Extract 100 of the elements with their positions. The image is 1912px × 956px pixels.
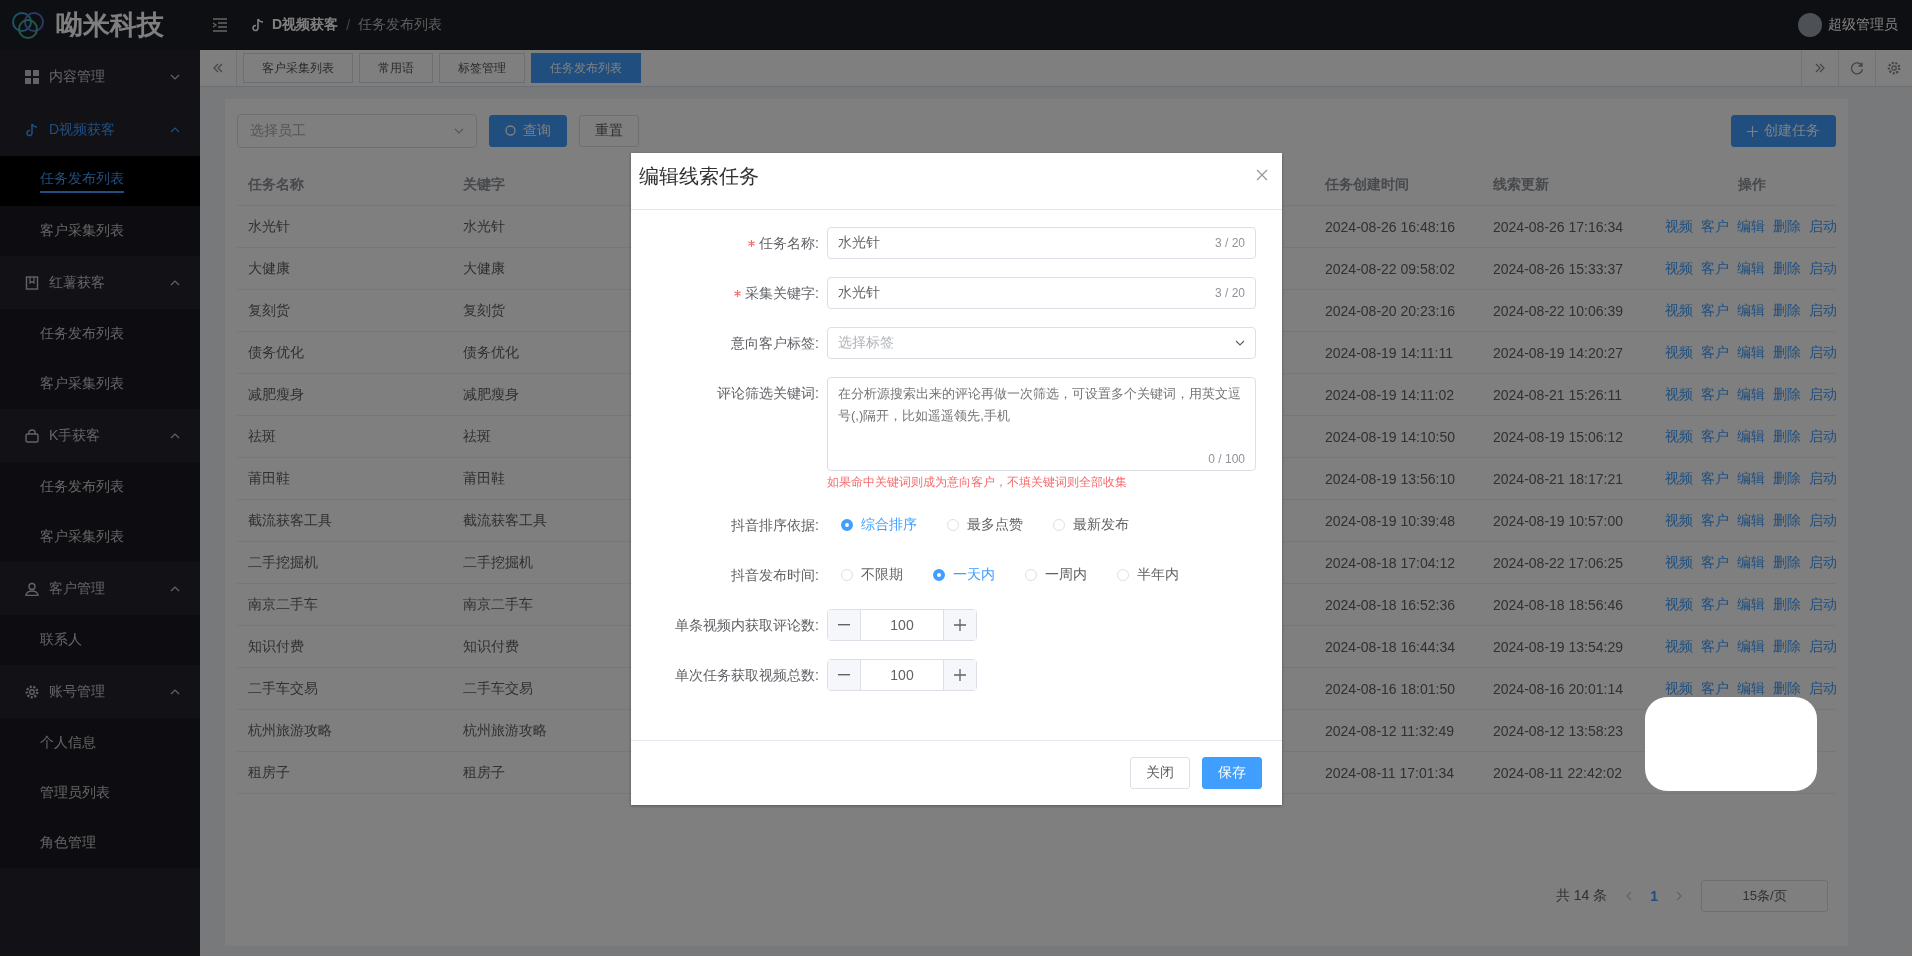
action-link[interactable]: 视频 [1665,679,1693,698]
action-link[interactable]: 删除 [1773,301,1801,320]
text-input[interactable]: 水光针 [838,235,1215,251]
page-tab[interactable]: 任务发布列表 [531,53,641,83]
action-link[interactable]: 视频 [1665,427,1693,446]
search-button[interactable]: 查询 [489,115,567,147]
radio-option[interactable]: 一周内 [1025,566,1087,584]
refresh-icon[interactable] [1850,61,1864,75]
action-link[interactable]: 客户 [1701,217,1729,236]
action-link[interactable]: 删除 [1773,637,1801,656]
action-link[interactable]: 视频 [1665,217,1693,236]
minus-icon[interactable] [838,624,850,626]
menu-icon[interactable] [212,18,228,32]
sidebar-item[interactable]: 客户采集列表 [0,359,200,409]
action-link[interactable]: 视频 [1665,511,1693,530]
action-link[interactable]: 启动 [1809,637,1837,656]
page-tab[interactable]: 常用语 [359,53,433,83]
sidebar-item[interactable]: 任务发布列表 [0,462,200,512]
close-icon[interactable] [1256,169,1268,181]
action-link[interactable]: 客户 [1701,343,1729,362]
sidebar-item[interactable]: 客户采集列表 [0,512,200,562]
sidebar-item[interactable]: 客户采集列表 [0,206,200,256]
number-stepper[interactable]: 100 [827,659,977,691]
action-link[interactable]: 编辑 [1737,343,1765,362]
breadcrumb-item[interactable]: D视频获客 [272,16,339,34]
action-link[interactable]: 编辑 [1737,637,1765,656]
action-link[interactable]: 视频 [1665,637,1693,656]
action-link[interactable]: 客户 [1701,427,1729,446]
sidebar-group[interactable]: K手获客 [0,409,200,462]
text-field[interactable]: 水光针 3 / 20 [827,277,1256,309]
action-link[interactable]: 视频 [1665,343,1693,362]
double-chevron-left-icon[interactable] [212,63,224,73]
action-link[interactable]: 启动 [1809,469,1837,488]
action-link[interactable]: 启动 [1809,427,1837,446]
action-link[interactable]: 启动 [1809,259,1837,278]
radio-option[interactable]: 不限期 [841,566,903,584]
sidebar-item[interactable]: 个人信息 [0,718,200,768]
sidebar-group[interactable]: 红薯获客 [0,256,200,309]
action-link[interactable]: 编辑 [1737,427,1765,446]
chevron-left-icon[interactable] [1625,891,1633,901]
action-link[interactable]: 客户 [1701,595,1729,614]
action-link[interactable]: 启动 [1809,553,1837,572]
action-link[interactable]: 删除 [1773,427,1801,446]
chevron-right-icon[interactable] [1676,891,1683,901]
action-link[interactable]: 启动 [1809,217,1837,236]
action-link[interactable]: 编辑 [1737,301,1765,320]
action-link[interactable]: 编辑 [1737,259,1765,278]
sidebar-group[interactable]: 账号管理 [0,665,200,718]
minus-icon[interactable] [838,674,850,676]
sidebar-item[interactable]: 角色管理 [0,818,200,868]
radio-option[interactable]: 最多点赞 [947,516,1023,534]
action-link[interactable]: 删除 [1773,553,1801,572]
radio-option[interactable]: 一天内 [933,566,995,584]
action-link[interactable]: 视频 [1665,301,1693,320]
close-button[interactable]: 关闭 [1130,757,1190,789]
action-link[interactable]: 客户 [1701,637,1729,656]
action-link[interactable]: 启动 [1809,595,1837,614]
radio-option[interactable]: 最新发布 [1053,516,1129,534]
action-link[interactable]: 删除 [1773,469,1801,488]
action-link[interactable]: 视频 [1665,385,1693,404]
sidebar-item[interactable]: 任务发布列表 [0,156,200,206]
page-tab[interactable]: 标签管理 [439,53,525,83]
action-link[interactable]: 编辑 [1737,553,1765,572]
action-link[interactable]: 编辑 [1737,385,1765,404]
text-input[interactable]: 水光针 [838,285,1215,301]
action-link[interactable]: 编辑 [1737,679,1765,698]
user-name[interactable]: 超级管理员 [1828,16,1898,34]
action-link[interactable]: 视频 [1665,469,1693,488]
action-link[interactable]: 客户 [1701,385,1729,404]
create-task-button[interactable]: 创建任务 [1731,115,1836,147]
action-link[interactable]: 删除 [1773,595,1801,614]
number-stepper[interactable]: 100 [827,609,977,641]
text-field[interactable]: 水光针 3 / 20 [827,227,1256,259]
plus-icon[interactable] [954,619,966,631]
save-button[interactable]: 保存 [1202,757,1262,789]
sidebar-item[interactable]: 管理员列表 [0,768,200,818]
page-tab[interactable]: 客户采集列表 [243,53,353,83]
sidebar-item[interactable]: 联系人 [0,615,200,665]
action-link[interactable]: 启动 [1809,385,1837,404]
action-link[interactable]: 启动 [1809,343,1837,362]
sidebar-group[interactable]: D视频获客 [0,103,200,156]
action-link[interactable]: 客户 [1701,259,1729,278]
action-link[interactable]: 删除 [1773,385,1801,404]
action-link[interactable]: 编辑 [1737,595,1765,614]
radio-option[interactable]: 半年内 [1117,566,1179,584]
page-number[interactable]: 1 [1650,888,1658,904]
action-link[interactable]: 客户 [1701,301,1729,320]
action-link[interactable]: 视频 [1665,259,1693,278]
action-link[interactable]: 启动 [1809,301,1837,320]
action-link[interactable]: 启动 [1809,679,1837,698]
action-link[interactable]: 启动 [1809,511,1837,530]
action-link[interactable]: 视频 [1665,553,1693,572]
action-link[interactable]: 删除 [1773,259,1801,278]
keyword-textarea[interactable]: 在分析源搜索出来的评论再做一次筛选，可设置多个关键词，用英文逗号(,)隔开，比如遥遥领先,手机 0 / 100 [827,377,1256,471]
action-link[interactable]: 编辑 [1737,217,1765,236]
sidebar-group[interactable]: 内容管理 [0,50,200,103]
radio-option[interactable]: 综合排序 [841,516,917,534]
action-link[interactable]: 删除 [1773,343,1801,362]
action-link[interactable]: 客户 [1701,679,1729,698]
double-chevron-right-icon[interactable] [1814,63,1826,73]
